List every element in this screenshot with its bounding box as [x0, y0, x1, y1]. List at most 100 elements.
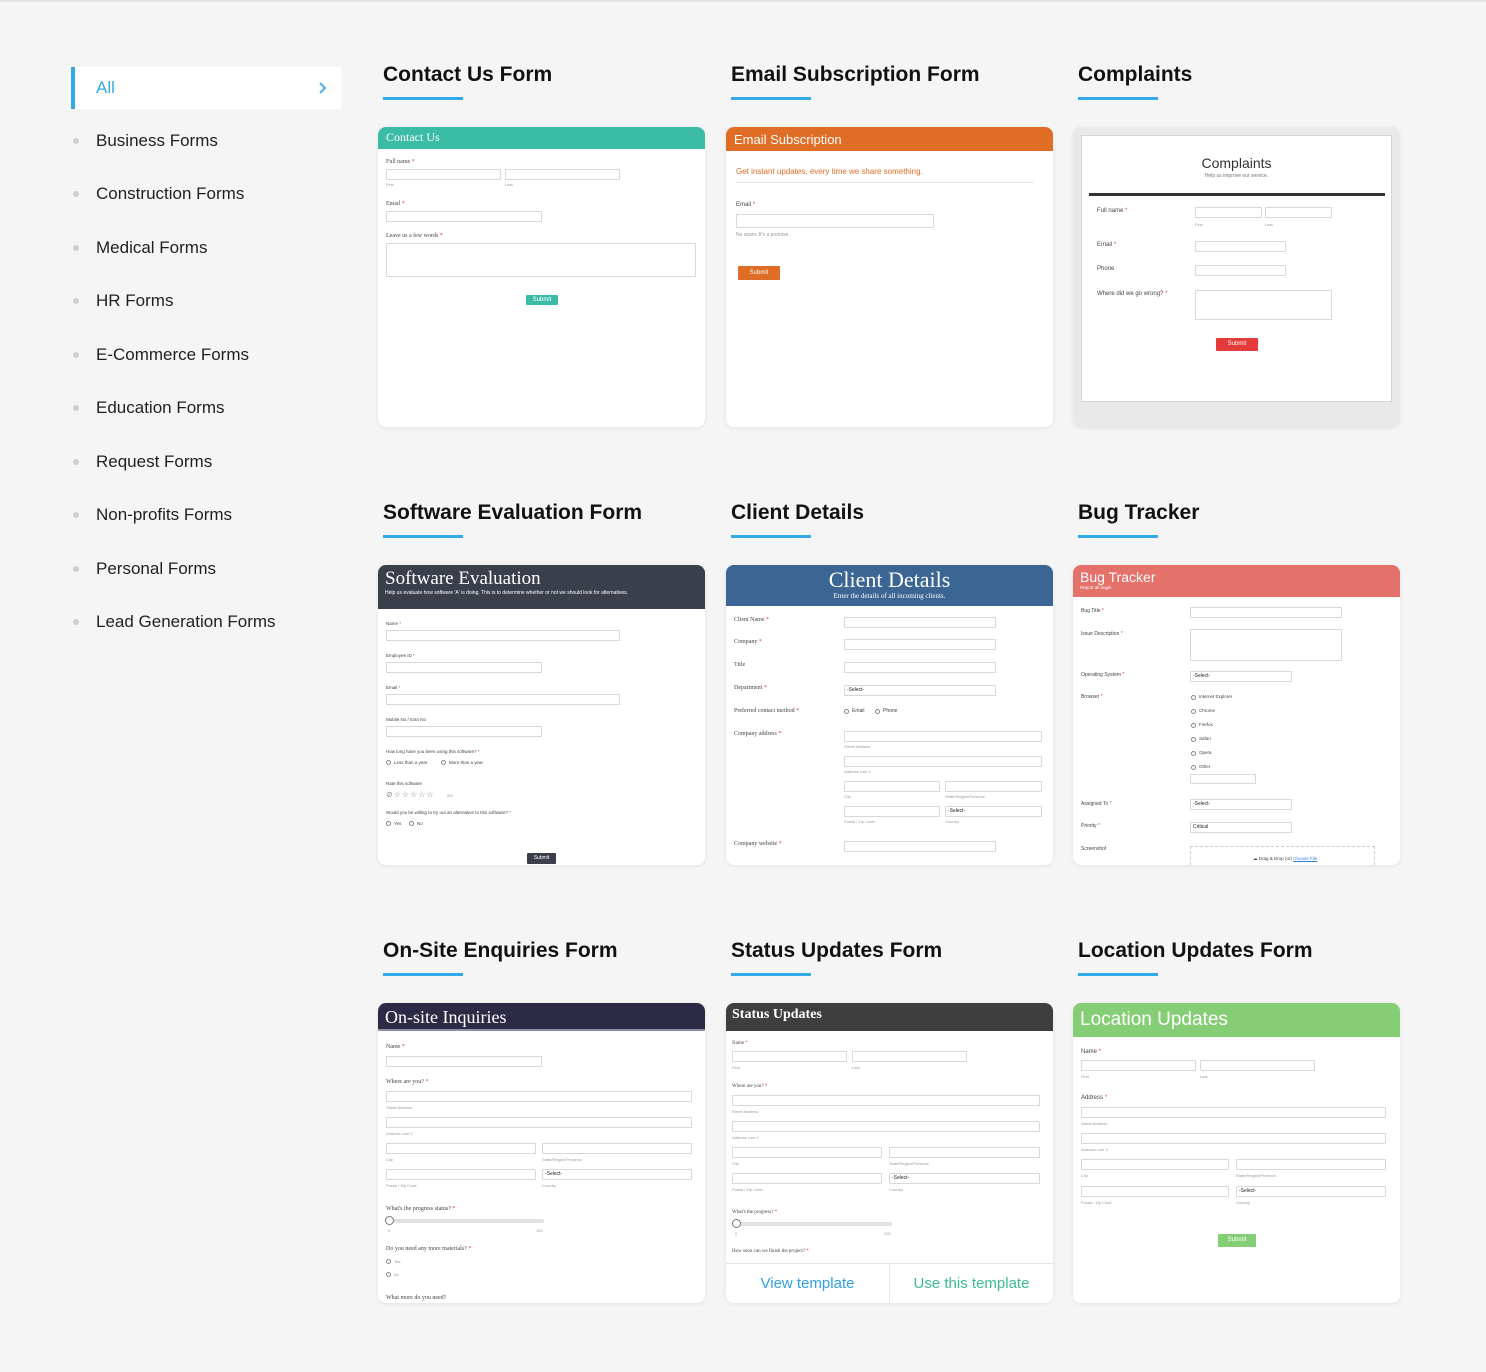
preview-input [844, 756, 1042, 767]
rating-value: 0/5 [447, 793, 453, 798]
preview-label: Screenshot [1081, 846, 1107, 852]
preview-tagline: Get instant updates, every time we share… [736, 167, 923, 176]
progress-slider [735, 1222, 892, 1226]
option-label: Other [1199, 764, 1211, 769]
sidebar-item-all[interactable]: All [71, 67, 341, 109]
sidebar-item-label: Personal Forms [96, 558, 216, 578]
form-preview[interactable]: Location Updates Name * First Last Addre… [1073, 1003, 1400, 1303]
preview-subtitle: Report all bugs! [1080, 585, 1112, 590]
preview-label: What's the progress status? * [386, 1206, 456, 1212]
preview-upload: ☁ Drag & Drop (or) Choose File [1253, 856, 1318, 861]
option-label: Less than a year [394, 760, 428, 765]
preview-input [889, 1147, 1040, 1158]
radio-icon [386, 821, 391, 826]
sidebar-item-request[interactable]: Request Forms [71, 435, 341, 489]
sidebar-item-hr[interactable]: HR Forms [71, 275, 341, 329]
preview-label: Issue Description * [1081, 631, 1123, 637]
sidebar-item-ecommerce[interactable]: E-Commerce Forms [71, 328, 341, 382]
preview-textarea [1190, 629, 1342, 661]
preview-label: Rate this software [386, 781, 423, 786]
divider [736, 182, 1034, 183]
sidebar-item-business[interactable]: Business Forms [71, 114, 341, 168]
sublabel: Last [1265, 222, 1273, 227]
preview-label: Employee ID * [386, 653, 415, 658]
option-label: Yes [394, 1259, 401, 1264]
sidebar-item-construction[interactable]: Construction Forms [71, 168, 341, 222]
template-card-onsite-enquiries: On-Site Enquiries Form On-site Inquiries… [378, 936, 705, 1303]
preview-label: Department * [734, 685, 767, 691]
radio-icon [386, 1259, 391, 1264]
form-preview[interactable]: Contact Us Full name * First Last Email … [378, 127, 705, 427]
sidebar-item-medical[interactable]: Medical Forms [71, 221, 341, 275]
template-card-contact-us: Contact Us Form Contact Us Full name * F… [378, 60, 705, 427]
sidebar-item-label: Request Forms [96, 451, 213, 471]
form-preview[interactable]: Email Subscription Get instant updates, … [726, 127, 1053, 427]
slider-min: 0 [735, 1231, 738, 1236]
preview-input [1081, 1186, 1229, 1197]
sublabel: First [386, 182, 394, 187]
preview-select: -Select- [1236, 1186, 1386, 1197]
form-preview[interactable]: Bug Tracker Report all bugs! Bug Title *… [1073, 565, 1400, 865]
preview-input [1236, 1159, 1386, 1170]
chevron-right-icon [319, 82, 327, 94]
bullet-icon [73, 351, 79, 358]
bullet-icon [73, 405, 79, 412]
preview-input [852, 1051, 967, 1062]
sublabel: Street Address [1081, 1121, 1108, 1126]
radio-icon [441, 760, 446, 765]
preview-select: -Select- [889, 1173, 1040, 1184]
preview-label: Priority * [1081, 823, 1100, 829]
form-preview[interactable]: Complaints Help us improve our service. … [1073, 127, 1400, 427]
preview-subtitle: Help us improve our service. [1204, 173, 1269, 179]
preview-input [945, 781, 1042, 792]
preview-header: Email Subscription [726, 127, 1053, 151]
preview-submit: Submit [527, 853, 556, 864]
sublabel: Address Line 2 [732, 1135, 759, 1140]
card-title: Email Subscription Form [731, 63, 980, 86]
title-underline [1078, 97, 1158, 100]
preview-input [844, 806, 940, 817]
preview-input [1195, 265, 1286, 276]
sublabel: First [1195, 222, 1203, 227]
preview-label: Name * [732, 1041, 748, 1046]
form-preview[interactable]: Client Details Enter the details of all … [726, 565, 1053, 865]
bullet-icon [73, 619, 79, 626]
template-card-complaints: Complaints Complaints Help us improve ou… [1073, 60, 1400, 427]
divider [1089, 193, 1385, 196]
sublabel: First [732, 1065, 740, 1070]
preview-label: Mobile No / Extn No [386, 717, 427, 722]
sidebar-item-personal[interactable]: Personal Forms [71, 542, 341, 596]
preview-label: Company website * [734, 841, 782, 847]
preview-input [1190, 607, 1342, 618]
bullet-icon [73, 565, 79, 572]
option-label: Internet Explorer [1199, 694, 1233, 699]
preview-input [1195, 241, 1286, 252]
form-preview[interactable]: On-site Inquiries Name * Where are you? … [378, 1003, 705, 1303]
card-title: Complaints [1078, 63, 1193, 86]
sidebar-item-lead-generation[interactable]: Lead Generation Forms [71, 596, 341, 650]
preview-input [844, 731, 1042, 742]
preview-label: Preferred contact method * [734, 708, 800, 714]
progress-slider [388, 1219, 544, 1223]
card-title: Client Details [731, 501, 865, 524]
preview-input [844, 639, 996, 650]
preview-input [1190, 774, 1256, 784]
radio-icon [1191, 723, 1196, 728]
sublabel: Country [889, 1187, 904, 1192]
preview-label: How long have you been using this softwa… [386, 749, 480, 754]
radio-icon [1191, 765, 1196, 770]
sidebar-item-education[interactable]: Education Forms [71, 382, 341, 436]
form-preview[interactable]: Software Evaluation Help us evaluate how… [378, 565, 705, 865]
option-label: Safari [1199, 736, 1211, 741]
sidebar-item-nonprofits[interactable]: Non-profits Forms [71, 489, 341, 543]
use-template-button[interactable]: Use this template [889, 1264, 1053, 1303]
slider-max: 100 [884, 1231, 891, 1236]
form-preview[interactable]: Status Updates Name * First Last Where a… [726, 1003, 1053, 1303]
sublabel: Last [852, 1065, 860, 1070]
preview-label: Full name * [1097, 208, 1128, 214]
slider-min: 0 [388, 1228, 391, 1233]
template-card-software-evaluation: Software Evaluation Form Software Evalua… [378, 498, 705, 865]
sublabel: State/Region/Province [542, 1157, 582, 1162]
bullet-icon [73, 298, 79, 305]
view-template-button[interactable]: View template [726, 1264, 889, 1303]
